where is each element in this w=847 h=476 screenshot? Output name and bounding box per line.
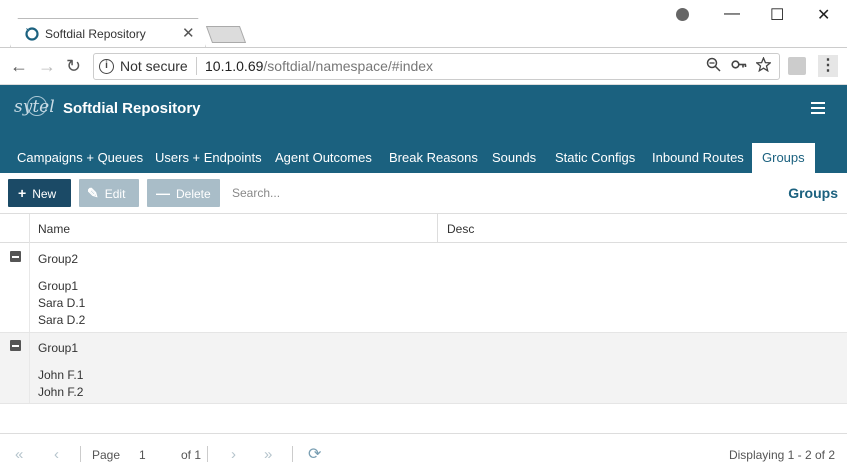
info-icon[interactable]: i — [99, 59, 114, 74]
last-page-icon[interactable]: » — [264, 446, 272, 463]
tab-break-reasons[interactable]: Break Reasons — [389, 143, 478, 173]
security-label[interactable]: Not secure — [120, 58, 188, 74]
display-count: Displaying 1 - 2 of 2 — [728, 448, 835, 462]
group-member: John F.1 — [38, 368, 84, 382]
section-title: Groups — [788, 185, 838, 201]
pager-separator — [80, 446, 81, 462]
column-header-desc[interactable]: Desc — [447, 222, 474, 236]
browser-menu-icon[interactable]: ⋮ — [818, 55, 838, 77]
tab-groups[interactable]: Groups — [752, 143, 815, 173]
tab-title: Softdial Repository — [45, 27, 146, 41]
group-member: John F.2 — [38, 385, 84, 399]
table-row[interactable]: Group2 Group1 Sara D.1 Sara D.2 — [0, 243, 847, 333]
group-name: Group2 — [38, 252, 79, 266]
tab-agent-outcomes[interactable]: Agent Outcomes — [275, 143, 372, 173]
close-window-button[interactable]: ✕ — [817, 5, 830, 25]
group-member: Group1 — [38, 279, 79, 293]
address-separator — [196, 57, 197, 75]
tab-users-endpoints[interactable]: Users + Endpoints — [155, 143, 262, 173]
profile-icon[interactable] — [676, 8, 689, 21]
logo: sytel — [14, 97, 55, 117]
hamburger-menu-icon[interactable] — [811, 102, 825, 117]
extension-icon[interactable] — [788, 57, 806, 75]
tab-close-icon[interactable]: ✕ — [182, 24, 195, 42]
new-button[interactable]: + New — [8, 179, 71, 207]
page-label: Page — [92, 448, 121, 462]
edit-button-label: Edit — [104, 187, 126, 201]
url-text[interactable]: 10.1.0.69/softdial/namespace/#index — [205, 58, 433, 74]
column-header-name[interactable]: Name — [38, 222, 70, 236]
delete-button[interactable]: — Delete — [147, 179, 220, 207]
grid-header — [0, 213, 847, 243]
pager — [0, 433, 847, 476]
refresh-icon[interactable]: ⟳ — [308, 444, 321, 464]
forward-icon[interactable]: → — [38, 56, 56, 77]
minimize-button[interactable]: — — [724, 5, 740, 23]
group-name: Group1 — [38, 341, 79, 355]
group-member: Sara D.1 — [38, 296, 86, 310]
prev-page-icon[interactable]: ‹ — [54, 446, 59, 463]
key-icon[interactable] — [731, 57, 747, 72]
page-number-input[interactable]: 1 — [139, 448, 146, 462]
column-divider[interactable] — [437, 214, 438, 243]
table-row[interactable]: Group1 John F.1 John F.2 — [0, 333, 847, 404]
first-page-icon[interactable]: « — [15, 446, 23, 463]
group-member: Sara D.2 — [38, 313, 86, 327]
new-tab-button[interactable] — [205, 26, 247, 43]
gutter-divider — [29, 214, 30, 243]
search-input[interactable] — [232, 183, 482, 203]
tab-static-configs[interactable]: Static Configs — [555, 143, 635, 173]
edit-button[interactable]: ✎ Edit — [79, 179, 139, 207]
plus-icon: + — [18, 185, 27, 201]
zoom-icon[interactable] — [706, 57, 721, 72]
collapse-icon[interactable] — [10, 340, 21, 351]
new-button-label: New — [32, 187, 57, 201]
url-path: /softdial/namespace/#index — [263, 58, 434, 74]
favicon-icon — [25, 27, 39, 41]
back-icon[interactable]: ← — [10, 56, 28, 77]
star-icon[interactable] — [756, 57, 771, 72]
tab-campaigns-queues[interactable]: Campaigns + Queues — [17, 143, 143, 173]
tab-inbound-routes[interactable]: Inbound Routes — [652, 143, 744, 173]
pager-separator — [292, 446, 293, 462]
page-count: of 1 — [181, 448, 202, 462]
pencil-icon: ✎ — [87, 185, 99, 201]
tab-sounds[interactable]: Sounds — [492, 143, 536, 173]
collapse-icon[interactable] — [10, 251, 21, 262]
maximize-button[interactable]: ☐ — [770, 5, 784, 25]
reload-icon[interactable]: ↻ — [66, 56, 81, 77]
app-title: Softdial Repository — [63, 100, 201, 117]
url-host: 10.1.0.69 — [205, 58, 264, 74]
pager-separator — [207, 446, 208, 462]
minus-icon: — — [156, 185, 170, 201]
next-page-icon[interactable]: › — [231, 446, 236, 463]
delete-button-label: Delete — [176, 187, 211, 201]
